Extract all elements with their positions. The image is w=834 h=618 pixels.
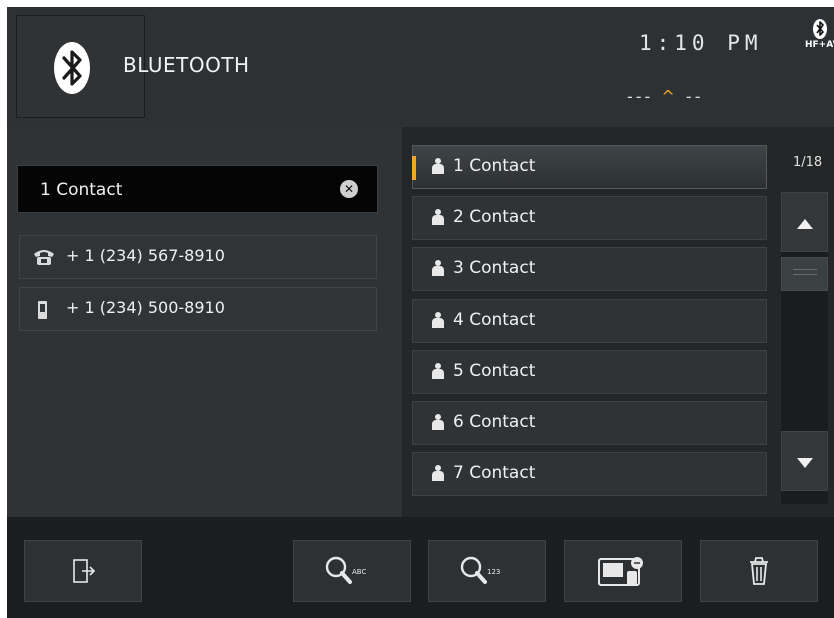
- contact-list-item[interactable]: 5 Contact: [412, 350, 767, 394]
- person-icon: [431, 363, 445, 379]
- contact-name: 3 Contact: [453, 258, 536, 278]
- signal-left: ---: [627, 87, 654, 106]
- phone-number: + 1 (234) 500-8910: [66, 298, 225, 317]
- contact-list-item[interactable]: 6 Contact: [412, 401, 767, 445]
- search-123-button[interactable]: 123: [428, 540, 546, 602]
- bluetooth-status: HF+AV: [805, 19, 834, 50]
- search-123-label: 123: [487, 568, 500, 576]
- contact-detail-panel: 1 Contact ✕ + 1 (234) 567-8910 + 1 (234)…: [7, 127, 402, 517]
- person-icon: [431, 260, 445, 276]
- search-input[interactable]: 1 Contact ✕: [17, 165, 378, 213]
- person-icon: [431, 209, 445, 225]
- scroll-down-button[interactable]: [781, 431, 828, 491]
- search-abc-button[interactable]: ABC: [293, 540, 411, 602]
- phone-number-row[interactable]: + 1 (234) 567-8910: [19, 235, 377, 279]
- contact-list-item[interactable]: 3 Contact: [412, 247, 767, 291]
- bluetooth-small-icon: [813, 19, 827, 39]
- exit-button[interactable]: [24, 540, 142, 602]
- contact-name: 2 Contact: [453, 207, 536, 227]
- page-title: BLUETOOTH: [123, 53, 250, 77]
- person-icon: [431, 414, 445, 430]
- contact-name: 4 Contact: [453, 310, 536, 330]
- contact-name: 5 Contact: [453, 361, 536, 381]
- phone-number: + 1 (234) 567-8910: [66, 246, 225, 265]
- header: BLUETOOTH 1:10 PM HF+AV --- ^ --: [7, 7, 834, 127]
- bluetooth-status-label: HF+AV: [805, 40, 834, 50]
- screen: BLUETOOTH 1:10 PM HF+AV --- ^ -- 1 Conta…: [7, 7, 834, 618]
- scrollbar-thumb[interactable]: [781, 257, 828, 291]
- contact-name: 7 Contact: [453, 463, 536, 483]
- delete-button[interactable]: [700, 540, 818, 602]
- phone-number-row[interactable]: + 1 (234) 500-8910: [19, 287, 377, 331]
- contact-name: 6 Contact: [453, 412, 536, 432]
- contact-list-item[interactable]: 4 Contact: [412, 299, 767, 343]
- person-icon: [431, 158, 445, 174]
- close-circle-icon[interactable]: ✕: [340, 180, 358, 198]
- bluetooth-icon: [54, 42, 90, 94]
- signal-indicator: --- ^ --: [627, 87, 703, 106]
- clock: 1:10 PM: [639, 31, 763, 55]
- search-abc-label: ABC: [352, 568, 366, 576]
- device-sync-button[interactable]: [564, 540, 682, 602]
- contact-list-item[interactable]: 7 Contact: [412, 452, 767, 496]
- page-indicator: 1/18: [793, 155, 823, 170]
- mobile-phone-icon: [32, 300, 54, 319]
- selected-marker: [412, 156, 416, 180]
- contact-list-item[interactable]: 2 Contact: [412, 196, 767, 240]
- signal-right: --: [685, 87, 704, 106]
- search-input-value: 1 Contact: [40, 180, 123, 200]
- signal-caret-icon: ^: [661, 87, 678, 106]
- person-icon: [431, 465, 445, 481]
- contact-name: 1 Contact: [453, 156, 536, 176]
- contact-list-item[interactable]: 1 Contact: [412, 145, 767, 189]
- person-icon: [431, 312, 445, 328]
- landline-phone-icon: [32, 248, 54, 266]
- scroll-up-button[interactable]: [781, 192, 828, 252]
